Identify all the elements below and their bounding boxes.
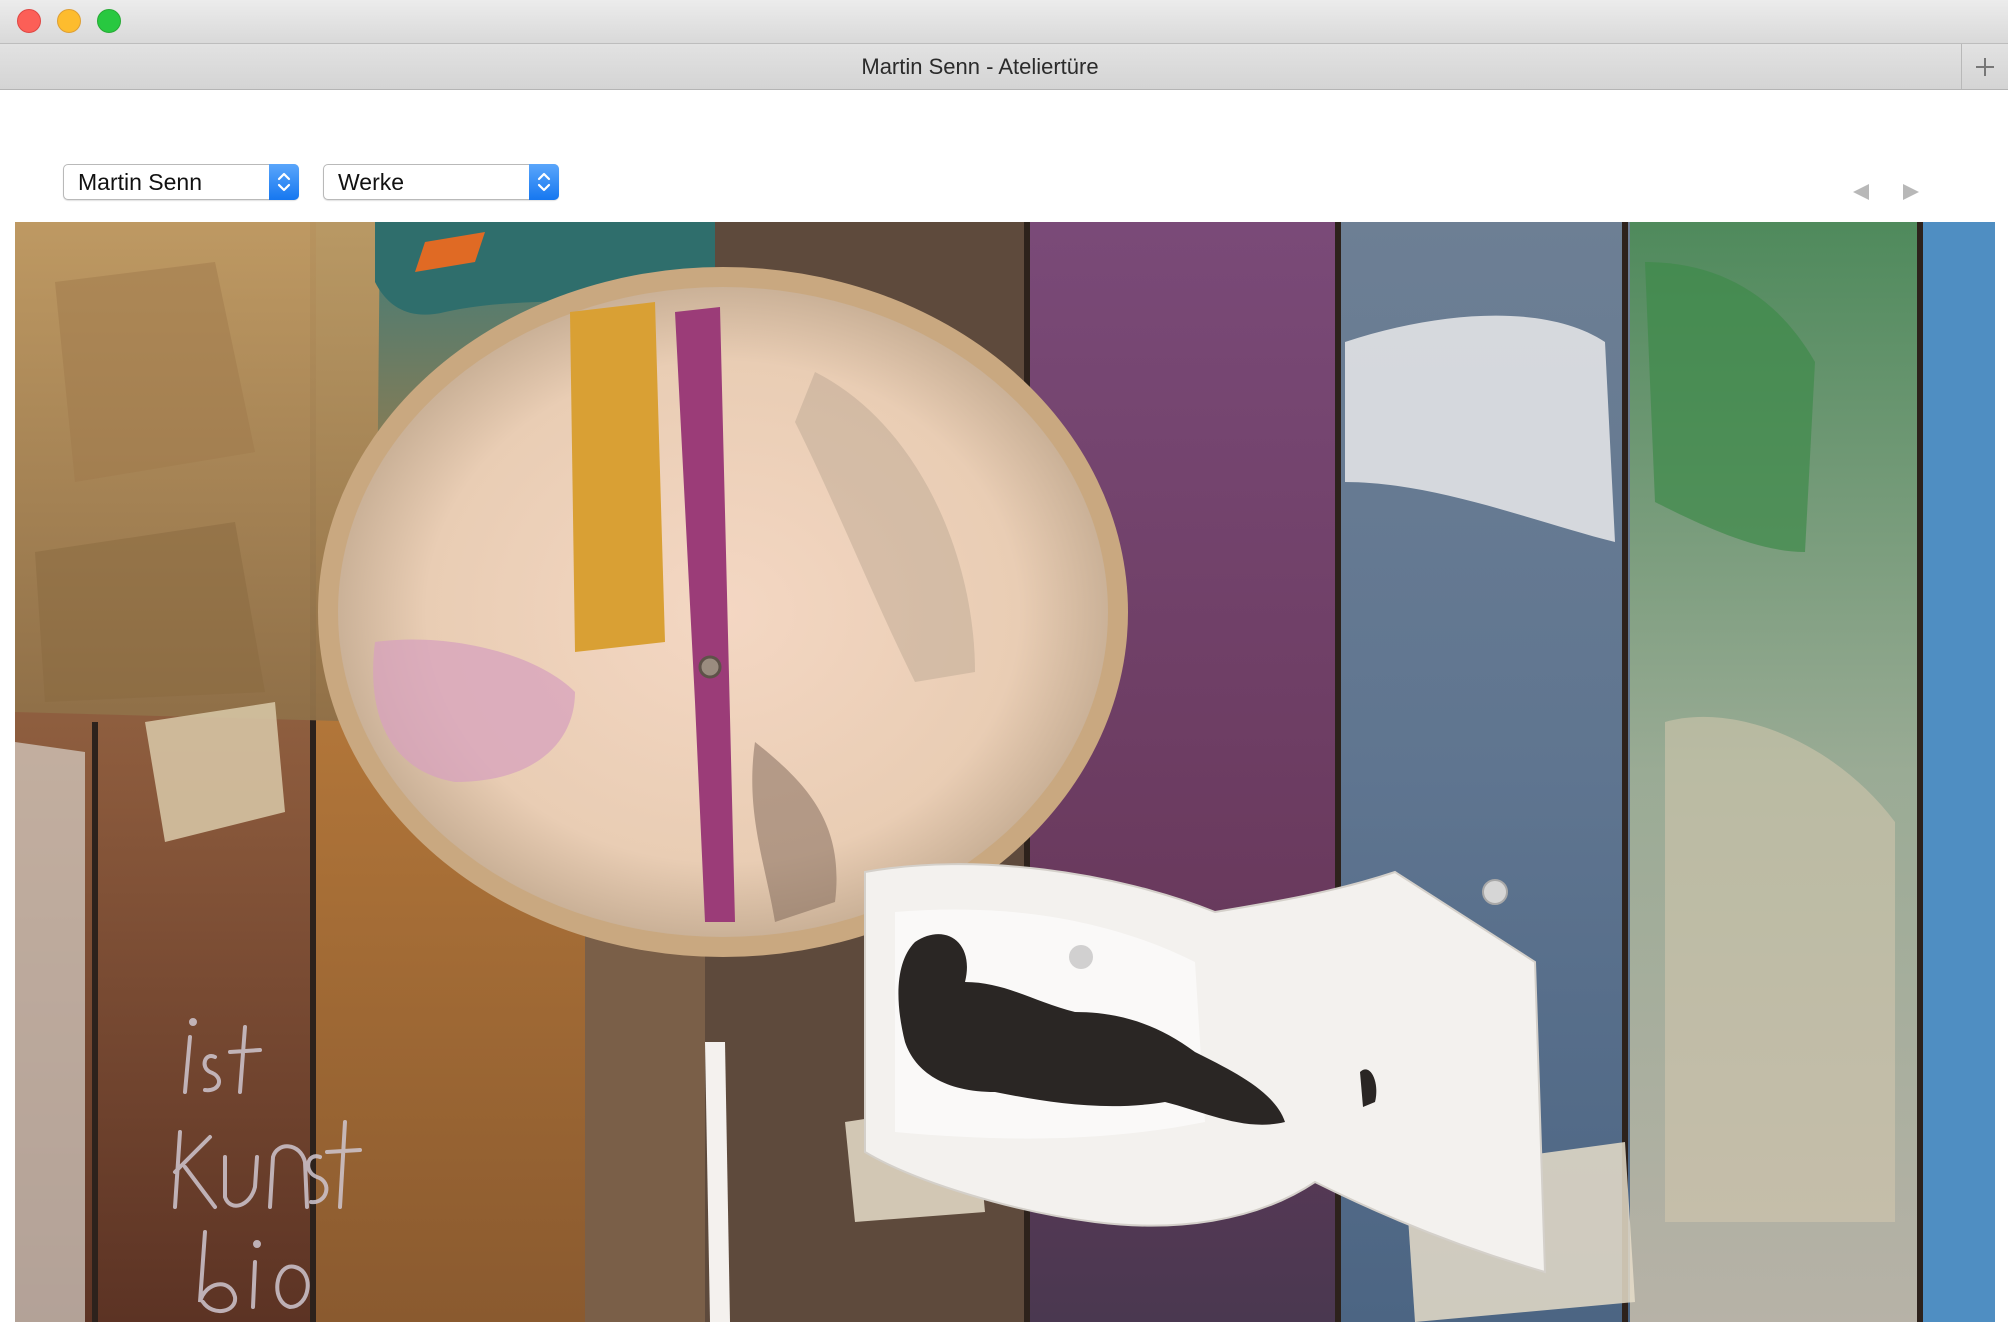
artist-select[interactable]: Martin Senn [63, 164, 299, 200]
section-select-value: Werke [338, 169, 405, 195]
next-image-button[interactable] [1896, 177, 1926, 207]
triangle-right-icon [1903, 184, 1919, 200]
artwork-image [15, 222, 1995, 1322]
studio-door-painting [15, 222, 1995, 1322]
new-tab-button[interactable] [1961, 44, 2008, 89]
window-titlebar [0, 0, 2008, 44]
artist-select-value: Martin Senn [78, 169, 203, 195]
up-down-chevron-icon [537, 172, 551, 192]
tab-bar: Martin Senn - Ateliertüre [0, 44, 2008, 90]
minimize-window-button[interactable] [57, 9, 81, 33]
plus-icon [1976, 57, 1994, 76]
close-window-button[interactable] [17, 9, 41, 33]
section-select[interactable]: Werke [323, 164, 559, 200]
zoom-window-button[interactable] [97, 9, 121, 33]
triangle-left-icon [1853, 184, 1869, 200]
tab-title[interactable]: Martin Senn - Ateliertüre [0, 44, 1960, 89]
section-select-stepper [529, 164, 559, 200]
previous-image-button[interactable] [1846, 177, 1876, 207]
artist-select-stepper [269, 164, 299, 200]
up-down-chevron-icon [277, 172, 291, 192]
